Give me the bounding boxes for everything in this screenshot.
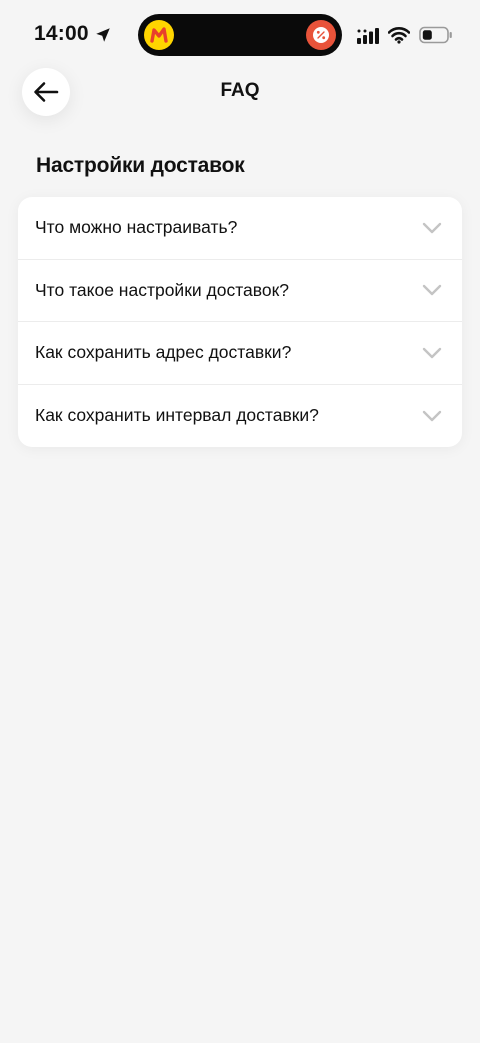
faq-list: Что можно настраивать? Что такое настрой… (18, 197, 462, 447)
dynamic-island (138, 14, 342, 56)
chevron-down-icon (422, 347, 442, 358)
status-time: 14:00 (34, 22, 89, 45)
page-title: FAQ (220, 80, 260, 101)
cellular-signal-icon (357, 28, 379, 44)
faq-item[interactable]: Что такое настройки доставок? (18, 260, 462, 322)
faq-item[interactable]: Как сохранить адрес доставки? (18, 322, 462, 385)
faq-question: Как сохранить интервал доставки? (35, 405, 319, 426)
faq-question: Что можно настраивать? (35, 217, 238, 238)
chevron-down-icon (422, 285, 442, 296)
section-title: Настройки доставок (36, 154, 245, 177)
header: FAQ (0, 66, 480, 118)
chevron-down-icon (422, 410, 442, 421)
faq-item[interactable]: Что можно настраивать? (18, 197, 462, 260)
faq-question: Как сохранить адрес доставки? (35, 342, 292, 363)
screen: 14:00 FAQ Настройки доставок Что можно н… (0, 0, 480, 1043)
faq-question: Что такое настройки доставок? (35, 279, 289, 300)
chevron-down-icon (422, 222, 442, 233)
app-logo-icon (144, 20, 174, 50)
wifi-icon (388, 27, 410, 44)
faq-item[interactable]: Как сохранить интервал доставки? (18, 385, 462, 448)
promo-percent-icon (306, 20, 336, 50)
location-arrow-icon (96, 28, 110, 42)
status-bar: 14:00 (0, 0, 480, 60)
battery-icon (419, 26, 452, 44)
